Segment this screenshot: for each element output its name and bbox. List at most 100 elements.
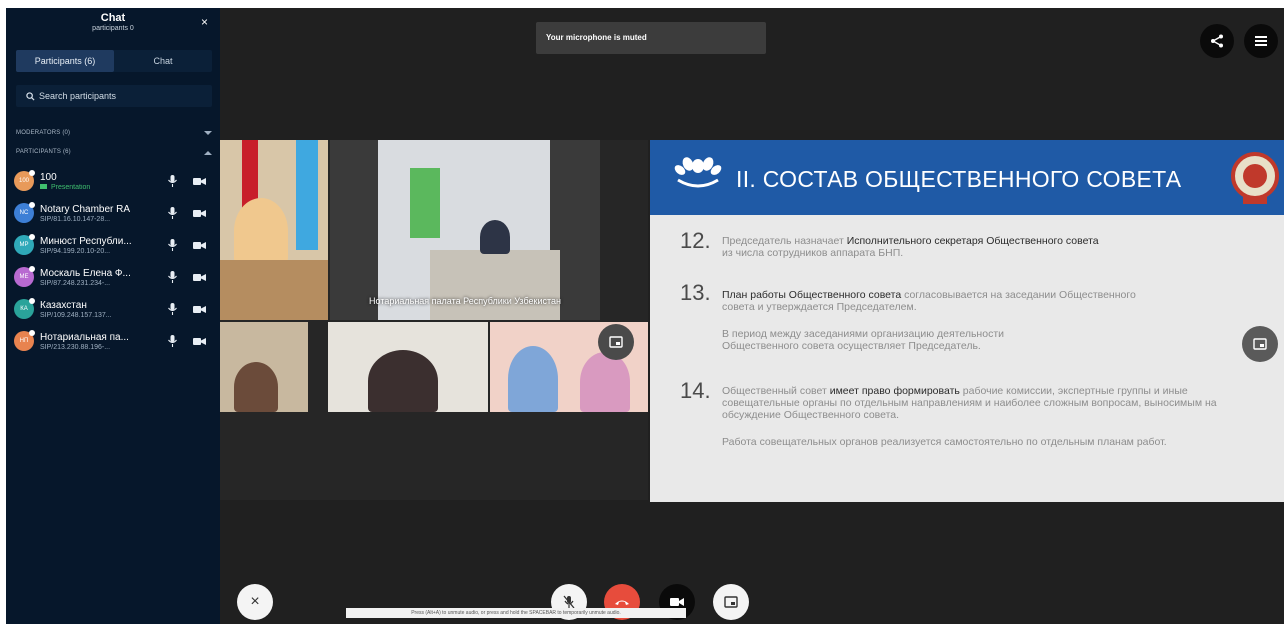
participant-subtitle-text: Presentation — [51, 183, 91, 191]
video-camera-icon[interactable] — [193, 273, 206, 282]
close-icon: × — [250, 593, 260, 610]
participant-row[interactable]: КА Казахстан SIP/109.248.157.137... — [14, 293, 216, 325]
search-icon — [26, 91, 35, 101]
mic-icon[interactable] — [168, 175, 177, 187]
mic-icon[interactable] — [168, 303, 177, 315]
participant-name: Нотариальная па... — [40, 331, 129, 343]
video-camera-icon[interactable] — [193, 209, 206, 218]
sidebar-header: Chat participants 0 × — [6, 8, 220, 44]
chevron-down-icon — [204, 130, 212, 135]
share-button[interactable] — [1200, 24, 1234, 58]
avatar-initials: КА — [20, 306, 28, 312]
participant-subtitle: SIP/81.16.10.147-28... — [40, 216, 162, 223]
menu-button[interactable] — [1244, 24, 1278, 58]
participant-name: Казахстан — [40, 299, 87, 311]
avatar-initials: МЕ — [19, 274, 29, 280]
video-camera-icon[interactable] — [193, 241, 206, 250]
participant-subtitle-text: SIP/213.230.88.196-... — [40, 343, 111, 351]
close-presentation-button[interactable]: × — [237, 584, 273, 620]
participant-name: 100 — [40, 171, 57, 183]
share-screen-button[interactable] — [713, 584, 749, 620]
participant-info: Казахстан SIP/109.248.157.137... — [40, 300, 162, 319]
video-tile-label: Нотариальная палата Республики Узбекиста… — [369, 296, 561, 306]
table-shape — [430, 250, 560, 320]
item-text: Работа совещательных органов реализуется… — [722, 436, 1167, 448]
slide-title: II. СОСТАВ ОБЩЕСТВЕННОГО СОВЕТА — [736, 166, 1182, 192]
status-dot — [29, 170, 35, 176]
participant-controls — [168, 207, 206, 219]
share-icon — [1211, 34, 1223, 48]
flag-shape — [410, 168, 440, 238]
item-number: 14. — [680, 378, 711, 403]
slide-fullscreen-button[interactable] — [1242, 326, 1278, 362]
status-dot — [29, 202, 35, 208]
phone-hangup-icon — [615, 600, 629, 605]
slide-item-13: План работы Общественного совета согласо… — [722, 289, 1162, 352]
slide-item-12: Председатель назначает Исполнительного с… — [722, 235, 1222, 259]
close-sidebar-icon[interactable]: × — [201, 15, 208, 29]
avatar: МР — [14, 234, 35, 255]
screen-toggle-button[interactable] — [598, 324, 634, 360]
participant-subtitle-text: SIP/87.248.231.234-... — [40, 279, 111, 287]
tab-participants[interactable]: Participants (6) — [16, 50, 114, 72]
participant-row[interactable]: 100 100 Presentation — [14, 165, 216, 197]
participant-row[interactable]: МЕ Москаль Елена Ф... SIP/87.248.231.234-.… — [14, 261, 216, 293]
participants-section-toggle[interactable]: PARTICIPANTS (6) — [16, 145, 212, 159]
screen-share-icon — [609, 336, 623, 348]
participant-subtitle-text: SIP/94.199.20.10-20... — [40, 247, 111, 255]
participant-controls — [168, 303, 206, 315]
participants-label: PARTICIPANTS (6) — [16, 149, 71, 155]
video-tile-4[interactable] — [328, 322, 488, 412]
moderators-section-toggle[interactable]: MODERATORS (0) — [16, 126, 212, 140]
moderators-label: MODERATORS (0) — [16, 130, 71, 136]
mic-icon[interactable] — [168, 239, 177, 251]
video-tile-1[interactable] — [220, 140, 328, 320]
participant-subtitle-text: SIP/81.16.10.147-28... — [40, 215, 111, 223]
video-camera-icon[interactable] — [193, 305, 206, 314]
avatar-initials: 100 — [18, 178, 29, 184]
participant-list: 100 100 Presentation NC Notary Chamber RA SIP… — [14, 165, 216, 357]
search-participants-input[interactable] — [39, 91, 199, 101]
avatar-initials: МР — [19, 242, 29, 248]
emblem-logo-icon — [1231, 152, 1279, 204]
participant-controls — [168, 335, 206, 347]
participant-info: Нотариальная па... SIP/213.230.88.196-... — [40, 332, 162, 351]
screen-share-icon — [1253, 338, 1267, 350]
mic-icon[interactable] — [168, 207, 177, 219]
presentation-icon — [40, 184, 47, 190]
avatar: НП — [14, 330, 35, 351]
item-text: Председатель назначает — [722, 235, 847, 247]
participant-controls — [168, 239, 206, 251]
mic-icon[interactable] — [168, 335, 177, 347]
video-tile-3[interactable] — [220, 322, 308, 412]
sidebar-tabs: Participants (6) Chat — [16, 50, 212, 72]
participant-row[interactable]: МР Минюст Республи... SIP/94.199.20.10-20.… — [14, 229, 216, 261]
sidebar-subtitle: participants 0 — [92, 25, 134, 32]
item-text: В период между заседаниями организацию д… — [722, 328, 1004, 352]
video-camera-icon — [670, 598, 684, 606]
slide-item-14: Общественный совет имеет право формирова… — [722, 385, 1232, 448]
participant-subtitle: Presentation — [40, 184, 162, 191]
video-tile-2[interactable]: Нотариальная палата Республики Узбекиста… — [330, 140, 600, 320]
video-camera-icon[interactable] — [193, 337, 206, 346]
participant-row[interactable]: НП Нотариальная па... SIP/213.230.88.196-.… — [14, 325, 216, 357]
mic-icon[interactable] — [168, 271, 177, 283]
item-highlight: имеет право формировать — [829, 385, 960, 397]
mic-muted-icon — [563, 595, 575, 609]
person-shape — [480, 220, 510, 254]
participant-name: Минюст Республи... — [40, 235, 132, 247]
cis-logo-icon — [674, 157, 722, 188]
video-camera-icon[interactable] — [193, 177, 206, 186]
tab-chat[interactable]: Chat — [114, 50, 212, 72]
slide-header: II. СОСТАВ ОБЩЕСТВЕННОГО СОВЕТА — [650, 140, 1284, 215]
hamburger-menu-icon — [1255, 36, 1267, 46]
muted-notification: Your microphone is muted — [536, 22, 766, 54]
participant-info: 100 Presentation — [40, 172, 162, 191]
flag-shape — [296, 140, 318, 250]
sidebar-title: Chat — [100, 12, 126, 24]
item-number: 13. — [680, 280, 711, 305]
participant-subtitle: SIP/213.230.88.196-... — [40, 344, 162, 351]
participant-row[interactable]: NC Notary Chamber RA SIP/81.16.10.147-28..… — [14, 197, 216, 229]
presentation-slide: II. СОСТАВ ОБЩЕСТВЕННОГО СОВЕТА 12. Пред… — [650, 140, 1284, 502]
chevron-up-icon — [204, 150, 212, 155]
